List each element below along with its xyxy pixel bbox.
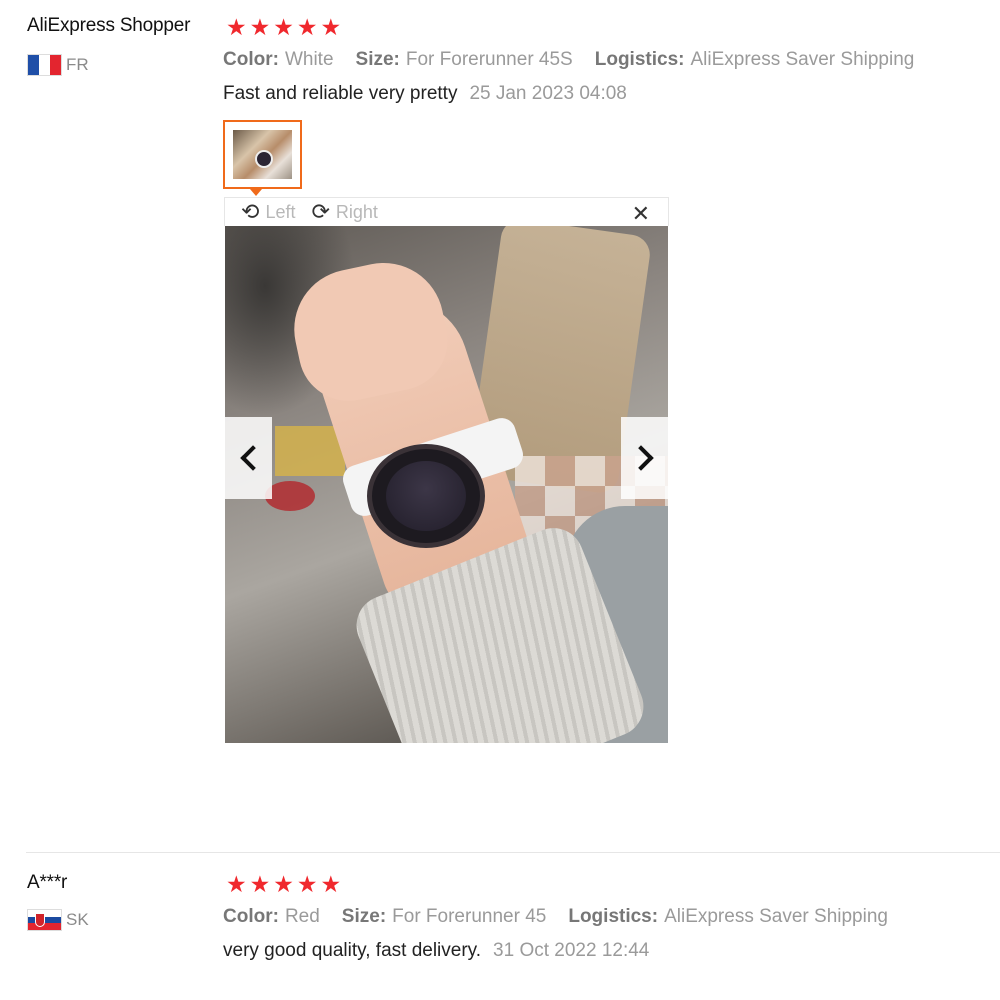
- chevron-left-icon: [239, 445, 266, 471]
- logistics-value: AliExpress Saver Shipping: [690, 49, 915, 70]
- logistics-info: Logistics: AliExpress Saver Shipping: [595, 49, 915, 71]
- logistics-label: Logistics:: [568, 906, 659, 927]
- size-info: Size: For Forerunner 45: [342, 906, 547, 928]
- review-item: A***r SK ★ ★ ★ ★ ★ Color: Red Size: For Fo…: [0, 852, 1000, 1000]
- color-info: Color: White: [223, 49, 334, 71]
- color-value: White: [284, 49, 334, 70]
- thumbnail-image: [233, 130, 292, 179]
- photo-watch-face: [367, 444, 485, 548]
- close-icon[interactable]: ✕: [632, 201, 650, 227]
- logistics-label: Logistics:: [594, 49, 685, 70]
- rotate-right-icon: ⟳: [311, 199, 330, 224]
- size-value: For Forerunner 45: [392, 906, 547, 927]
- color-label: Color:: [223, 906, 279, 927]
- star-rating: ★ ★ ★ ★ ★: [226, 872, 341, 896]
- review-text: very good quality, fast delivery. 31 Oct …: [223, 940, 649, 962]
- reviewer-name: AliExpress Shopper: [27, 15, 191, 36]
- review-body: very good quality, fast delivery.: [223, 940, 482, 961]
- reviewer-name: A***r: [27, 872, 68, 893]
- logistics-info: Logistics: AliExpress Saver Shipping: [568, 906, 888, 928]
- star-icon: ★: [249, 14, 271, 40]
- product-info: Color: Red Size: For Forerunner 45 Logisti…: [223, 906, 910, 928]
- chevron-right-icon: [627, 445, 654, 471]
- reviewer-country: FR: [27, 54, 89, 76]
- size-value: For Forerunner 45S: [405, 49, 573, 70]
- size-label: Size:: [355, 49, 400, 70]
- slovakia-flag-icon: [27, 909, 62, 931]
- star-icon: ★: [320, 871, 342, 897]
- star-icon: ★: [320, 14, 342, 40]
- next-photo-button[interactable]: [621, 417, 668, 499]
- size-info: Size: For Forerunner 45S: [356, 49, 573, 71]
- star-icon: ★: [226, 14, 247, 40]
- color-label: Color:: [223, 49, 279, 70]
- reviewer-country: SK: [27, 909, 89, 931]
- rotate-left-label: Left: [265, 201, 296, 222]
- color-info: Color: Red: [223, 906, 320, 928]
- rotate-left-button[interactable]: ⟲ Left: [241, 201, 295, 223]
- country-code: FR: [66, 55, 89, 74]
- review-date: 31 Oct 2022 12:44: [493, 940, 650, 961]
- photo-red-patch: [265, 481, 315, 511]
- rotate-left-icon: ⟲: [241, 199, 260, 224]
- review-text: Fast and reliable very pretty 25 Jan 2023…: [223, 83, 627, 105]
- size-label: Size:: [341, 906, 387, 927]
- star-icon: ★: [296, 871, 318, 897]
- product-info: Color: White Size: For Forerunner 45S Logi…: [223, 49, 936, 71]
- rotate-right-button[interactable]: ⟳ Right: [311, 201, 377, 223]
- rotate-right-label: Right: [335, 201, 378, 222]
- color-value: Red: [284, 906, 320, 927]
- country-code: SK: [66, 910, 89, 929]
- star-icon: ★: [296, 14, 318, 40]
- photo-viewer-toolbar: ⟲ Left ⟳ Right ✕: [224, 197, 669, 226]
- review-photo-thumbnail[interactable]: [223, 120, 302, 189]
- review-photo-large: [225, 226, 668, 743]
- previous-photo-button[interactable]: [225, 417, 272, 499]
- star-icon: ★: [273, 14, 294, 40]
- star-icon: ★: [273, 871, 294, 897]
- france-flag-icon: [27, 54, 62, 76]
- review-date: 25 Jan 2023 04:08: [469, 83, 627, 104]
- review-item: AliExpress Shopper FR ★ ★ ★ ★ ★ Color: Wh…: [0, 0, 1000, 850]
- review-body: Fast and reliable very pretty: [223, 83, 458, 104]
- star-icon: ★: [249, 871, 271, 897]
- star-icon: ★: [226, 871, 247, 897]
- star-rating: ★ ★ ★ ★ ★: [226, 15, 341, 39]
- logistics-value: AliExpress Saver Shipping: [664, 906, 888, 927]
- active-thumbnail-caret: [250, 189, 262, 196]
